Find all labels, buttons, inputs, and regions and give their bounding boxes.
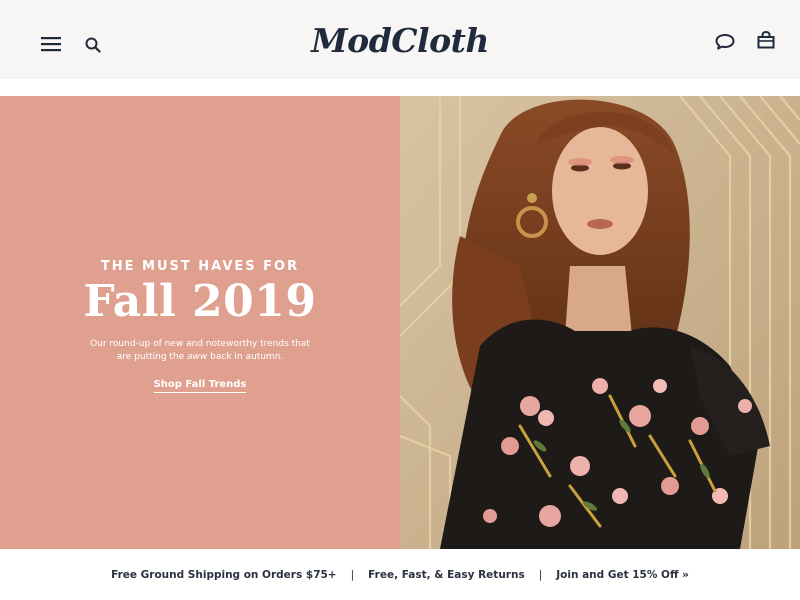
hero-description: Our round-up of new and noteworthy trend… [90,338,310,364]
model-photo-image [400,96,800,549]
menu-button[interactable] [38,32,64,56]
join-discount-link[interactable]: Join and Get 15% Off » [556,569,689,581]
menu-icon [41,37,61,52]
hero-text-panel: THE MUST HAVES FOR Fall 2019 Our round-u… [0,96,400,549]
search-icon [85,37,101,53]
shopping-bag-button[interactable] [754,28,778,52]
chat-button[interactable] [713,30,737,54]
modcloth-logo[interactable]: ModCloth [300,16,500,64]
chat-icon [715,34,735,50]
search-button[interactable] [82,34,104,56]
hero-banner: THE MUST HAVES FOR Fall 2019 Our round-u… [0,96,800,549]
site-header: ModCloth [0,0,800,78]
hero-description-emphasis: aww [187,352,208,362]
shopping-bag-icon [757,31,775,49]
promo-bar: Free Ground Shipping on Orders $75+ | Fr… [0,549,800,600]
promo-separator: | [350,568,355,581]
free-returns-link[interactable]: Free, Fast, & Easy Returns [368,569,525,581]
free-shipping-link[interactable]: Free Ground Shipping on Orders $75+ [111,569,337,581]
hero-eyebrow: THE MUST HAVES FOR [100,259,300,274]
hero-photo[interactable] [400,96,800,549]
shop-fall-trends-link[interactable]: Shop Fall Trends [153,379,247,393]
hero-description-text-end: back in autumn. [207,352,284,362]
hero-cta-wrap: Shop Fall Trends [0,379,400,393]
hero-headline: Fall 2019 [83,276,317,327]
promo-separator: | [538,568,543,581]
